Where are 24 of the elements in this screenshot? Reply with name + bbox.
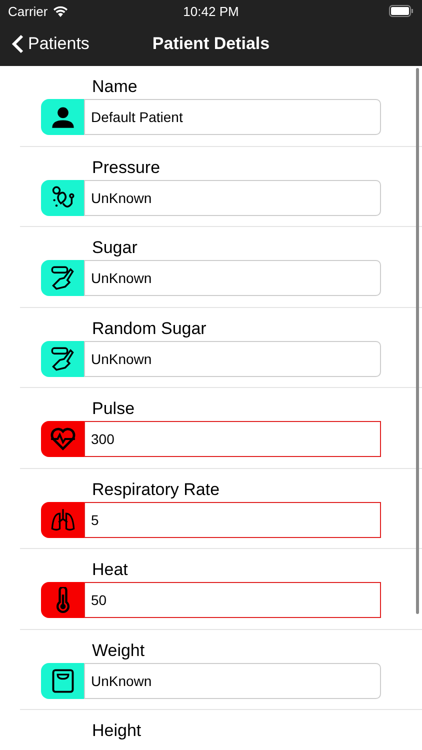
input-field[interactable]: UnKnown: [84, 662, 381, 698]
carrier-label: Carrier: [8, 4, 48, 18]
field-label: Heat: [92, 559, 128, 581]
input-field[interactable]: UnKnown: [84, 260, 381, 296]
input-field[interactable]: UnKnown: [84, 340, 381, 376]
battery-icon: [389, 5, 414, 17]
field-label: Weight: [92, 640, 145, 662]
input-field[interactable]: UnKnown: [84, 180, 381, 216]
chevron-icon: [12, 34, 24, 54]
field-label: Name: [92, 76, 138, 98]
field-label: Pressure: [92, 156, 160, 178]
back-button[interactable]: Patients: [12, 34, 90, 54]
field-label: Sugar: [92, 237, 138, 259]
field-label: Random Sugar: [92, 318, 206, 340]
input-field[interactable]: 5: [84, 502, 381, 538]
field-label: Respiratory Rate: [92, 478, 220, 500]
status-time: 10:42 PM: [183, 4, 239, 18]
field-label: Height: [92, 720, 142, 742]
nav-title: Patient Detials: [152, 34, 270, 54]
field-label: Pulse: [92, 398, 135, 420]
wifi-icon: [52, 6, 68, 16]
input-field[interactable]: Default Patient: [84, 99, 381, 135]
input-field[interactable]: 50: [84, 582, 381, 618]
input-field[interactable]: 300: [84, 421, 381, 457]
